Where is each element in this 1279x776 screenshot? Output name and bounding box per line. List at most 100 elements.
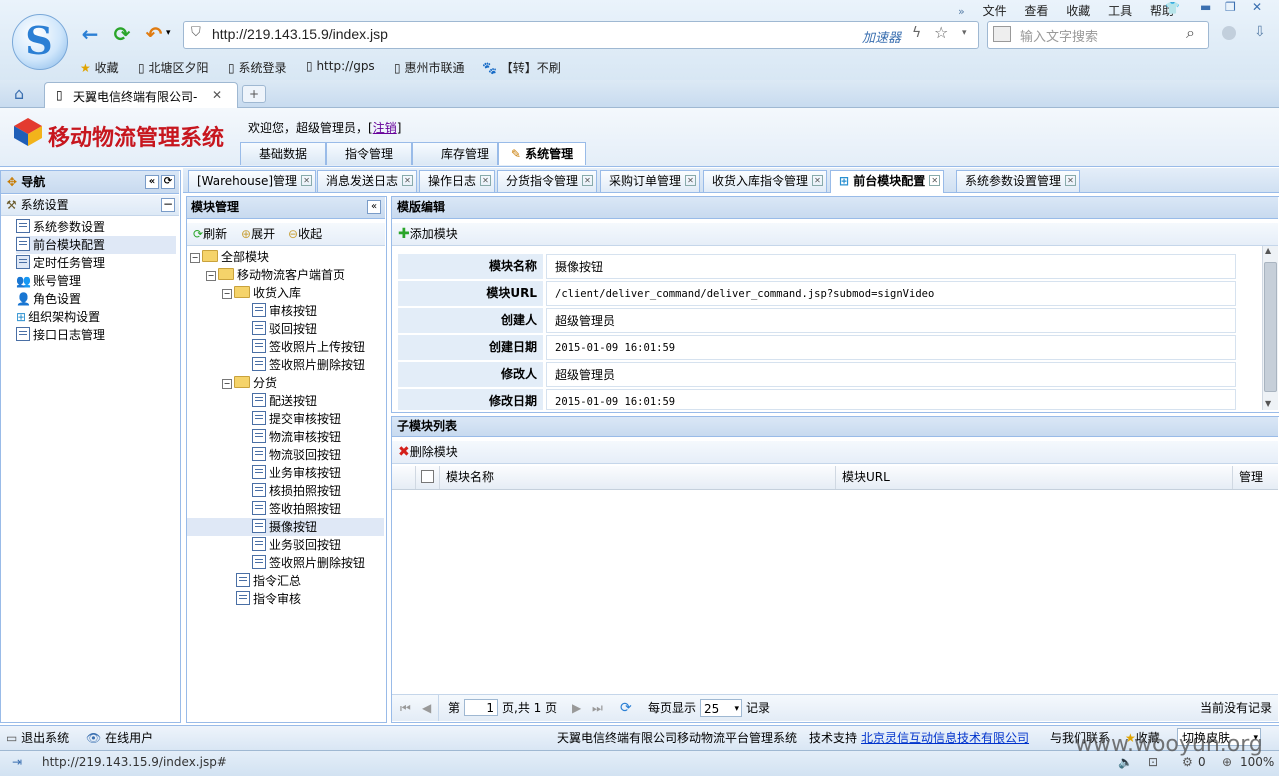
tree-node-leaf[interactable]: 签收拍照按钮 — [252, 500, 341, 518]
prev-page-icon[interactable]: ◀ — [422, 695, 431, 721]
refresh-nav-icon[interactable]: ⟳ — [161, 175, 175, 189]
delete-module-button[interactable]: ✖删除模块 — [398, 441, 458, 463]
page-number-input[interactable]: 1 — [464, 699, 498, 716]
collapse-node-icon[interactable]: − — [222, 289, 232, 299]
address-dropdown-icon[interactable]: ▾ — [962, 28, 967, 38]
back-arrow-icon[interactable]: ← — [78, 22, 102, 46]
close-tab-icon[interactable]: ✕ — [685, 175, 697, 186]
ctab-distribution-commands[interactable]: 分货指令管理 ✕ — [497, 170, 598, 192]
modified-date-field[interactable]: 2015-01-09 16:01:59 — [546, 389, 1236, 410]
online-users-button[interactable]: 👁 在线用户 — [86, 726, 153, 750]
tree-expand-button[interactable]: ⊕展开 — [241, 223, 275, 245]
tree-node-leaf[interactable]: 指令审核 — [236, 590, 301, 608]
bookmark-item[interactable]: ▯ http://gps — [306, 59, 375, 73]
main-tab-system[interactable]: ✎ 系统管理 — [498, 142, 586, 165]
close-tab-icon[interactable]: ✕ — [212, 88, 222, 102]
tree-node-leaf[interactable]: 配送按钮 — [252, 392, 317, 410]
tree-node-leaf[interactable]: 签收照片删除按钮 — [252, 554, 365, 572]
next-page-icon[interactable]: ▶ — [572, 695, 581, 721]
refresh-icon[interactable]: ⟳ — [110, 22, 134, 46]
ctab-receiving-commands[interactable]: 收货入库指令管理 ✕ — [703, 170, 828, 192]
tree-node-folder[interactable]: − 分货 — [222, 374, 277, 392]
tree-collapse-button[interactable]: ⊖收起 — [288, 223, 322, 245]
search-placeholder[interactable]: 输入文字搜索 — [1020, 26, 1098, 45]
tree-node-leaf[interactable]: 签收照片删除按钮 — [252, 356, 365, 374]
nav-item-front-module-config[interactable]: 前台模块配置 — [16, 236, 176, 254]
module-name-field[interactable]: 摄像按钮 — [546, 254, 1236, 279]
search-engine-icon[interactable] — [993, 26, 1011, 42]
maximize-icon[interactable]: ❐ — [1225, 0, 1236, 14]
creator-field[interactable]: 超级管理员 — [546, 308, 1236, 333]
collapse-node-icon[interactable]: − — [222, 379, 232, 389]
menu-tools[interactable]: 工具 — [1108, 4, 1132, 18]
close-tab-icon[interactable]: ✕ — [301, 175, 313, 186]
close-tab-icon[interactable]: ✕ — [812, 175, 824, 186]
minimize-icon[interactable]: ▬ — [1200, 0, 1211, 14]
modifier-field[interactable]: 超级管理员 — [546, 362, 1236, 387]
column-manage[interactable]: 管理 — [1233, 466, 1277, 489]
bookmark-item[interactable]: ▯ 惠州市联通 — [394, 59, 464, 76]
tree-node-leaf[interactable]: 提交审核按钮 — [252, 410, 341, 428]
tree-node-leaf[interactable]: 指令汇总 — [236, 572, 301, 590]
address-text[interactable]: http://219.143.15.9/index.jsp — [212, 26, 388, 42]
tree-node-leaf[interactable]: 核损拍照按钮 — [252, 482, 341, 500]
nav-item-org-structure[interactable]: ⊞ 组织架构设置 — [16, 308, 100, 326]
tree-refresh-button[interactable]: ⟳刷新 — [193, 223, 227, 245]
tree-node-leaf[interactable]: 物流审核按钮 — [252, 428, 341, 446]
select-all-checkbox[interactable] — [421, 470, 434, 483]
tree-node-leaf[interactable]: 驳回按钮 — [252, 320, 317, 338]
exit-system-button[interactable]: ▭ 退出系统 — [6, 726, 69, 750]
home-icon[interactable]: ⌂ — [14, 84, 24, 103]
close-tab-icon[interactable]: ✕ — [1065, 175, 1077, 186]
created-date-field[interactable]: 2015-01-09 16:01:59 — [546, 335, 1236, 360]
bookmark-item[interactable]: ▯ 北塘区夕阳 — [138, 59, 208, 76]
accelerator-button[interactable]: 加速器 — [862, 27, 901, 46]
collapse-left-icon[interactable]: « — [145, 175, 159, 189]
first-page-icon[interactable]: ⏮ — [400, 695, 411, 721]
menu-file[interactable]: 文件 — [983, 4, 1007, 18]
undo-dropdown-icon[interactable]: ▾ — [166, 28, 171, 38]
lightning-icon[interactable]: ϟ — [912, 25, 921, 41]
download-icon[interactable]: ⇩ — [1254, 24, 1266, 40]
tree-node-folder[interactable]: − 收货入库 — [222, 284, 301, 302]
nav-item-system-params[interactable]: 系统参数设置 — [16, 218, 105, 236]
tree-node-leaf[interactable]: 物流驳回按钮 — [252, 446, 341, 464]
logout-link[interactable]: 注销 — [373, 121, 397, 135]
ctab-system-params-mgmt[interactable]: 系统参数设置管理 ✕ — [956, 170, 1081, 192]
pager-refresh-icon[interactable]: ⟳ — [620, 695, 632, 721]
add-module-button[interactable]: ✚添加模块 — [398, 223, 458, 245]
close-tab-icon[interactable]: ✕ — [582, 175, 594, 186]
tree-node-leaf-selected[interactable]: 摄像按钮 — [187, 518, 384, 536]
main-tab-inventory[interactable]: 库存管理 — [412, 142, 498, 165]
skin-shirt-icon[interactable]: 👕 — [1165, 1, 1180, 15]
undo-icon[interactable]: ↶ — [142, 22, 166, 46]
nav-item-accounts[interactable]: 👥 账号管理 — [16, 272, 81, 290]
scroll-down-icon[interactable]: ▼ — [1265, 399, 1271, 408]
collapse-node-icon[interactable]: − — [206, 271, 216, 281]
search-icon[interactable]: ⌕ — [1186, 23, 1195, 43]
close-tab-icon[interactable]: ✕ — [929, 175, 941, 186]
column-module-name[interactable]: 模块名称 — [440, 466, 836, 489]
more-icon[interactable] — [1222, 26, 1236, 40]
menu-view[interactable]: 查看 — [1024, 4, 1048, 18]
ctab-message-log[interactable]: 消息发送日志 ✕ — [317, 170, 418, 192]
menu-favorites[interactable]: 收藏 — [1066, 4, 1090, 18]
nav-item-roles[interactable]: 👤 角色设置 — [16, 290, 81, 308]
scroll-up-icon[interactable]: ▲ — [1265, 246, 1271, 255]
tree-node-folder[interactable]: − 全部模块 — [190, 248, 269, 266]
bookmark-item[interactable]: 🐾 【转】不刷 — [482, 59, 561, 76]
tree-node-leaf[interactable]: 签收照片上传按钮 — [252, 338, 365, 356]
module-url-field[interactable]: /client/deliver_command/deliver_command.… — [546, 281, 1236, 306]
main-tab-basic-data[interactable]: 基础数据 — [240, 142, 326, 165]
browser-tab-title[interactable]: 天翼电信终端有限公司- — [73, 88, 197, 105]
column-module-url[interactable]: 模块URL — [836, 466, 1233, 489]
collapse-tree-icon[interactable]: « — [367, 200, 381, 214]
tree-node-leaf[interactable]: 业务驳回按钮 — [252, 536, 341, 554]
ctab-warehouse[interactable]: [Warehouse]管理 ✕ — [188, 170, 317, 192]
sidebar-toggle-icon[interactable]: ⇥ — [12, 751, 22, 773]
tree-node-folder[interactable]: − 移动物流客户端首页 — [206, 266, 345, 284]
last-page-icon[interactable]: ⏭ — [592, 695, 603, 721]
ctab-operation-log[interactable]: 操作日志 ✕ — [419, 170, 496, 192]
star-icon[interactable]: ☆ — [934, 23, 948, 42]
tree-node-leaf[interactable]: 业务审核按钮 — [252, 464, 341, 482]
